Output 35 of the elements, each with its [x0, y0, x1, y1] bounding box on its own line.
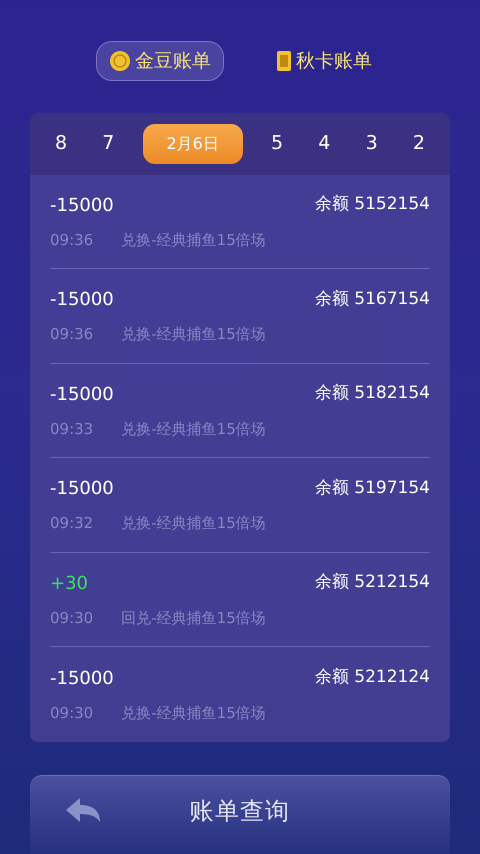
balance-text: 余额 5212154: [314, 571, 430, 594]
bill-tab[interactable]: 秋卡账单: [264, 41, 384, 81]
description-text: 兑换-经典捕鱼15倍场: [121, 230, 266, 251]
time-text: 09:33: [50, 418, 94, 440]
date-tab[interactable]: 4: [311, 124, 338, 164]
coin-icon: [109, 50, 131, 72]
amount-text: -15000: [50, 382, 114, 407]
time-text: 09:32: [50, 513, 94, 534]
balance-text: 余额 5212124: [314, 666, 430, 690]
balance-text: 余额 5167154: [314, 288, 430, 311]
date-tab[interactable]: 5: [264, 124, 290, 164]
bill-tab[interactable]: 金豆账单: [96, 41, 224, 81]
date-tab[interactable]: 8: [48, 124, 74, 164]
description-text: 回兑-经典捕鱼15倍场: [121, 608, 266, 629]
time-text: 09:36: [50, 230, 94, 251]
description-text: 兑换-经典捕鱼15倍场: [121, 513, 266, 534]
time-text: 09:30: [50, 702, 94, 724]
date-tab[interactable]: 7: [95, 124, 122, 164]
time-text: 09:36: [50, 324, 94, 346]
amount-text: -15000: [50, 194, 114, 218]
amount-text: -15000: [50, 288, 114, 312]
card-icon: [276, 50, 292, 72]
date-tab[interactable]: 3: [358, 124, 385, 164]
balance-text: 余额 5197154: [314, 476, 430, 500]
description-text: 兑换-经典捕鱼15倍场: [121, 324, 266, 346]
description-text: 兑换-经典捕鱼15倍场: [121, 418, 266, 440]
balance-text: 余额 5152154: [314, 193, 430, 216]
amount-text: -15000: [50, 666, 114, 691]
description-text: 兑换-经典捕鱼15倍场: [121, 702, 266, 724]
balance-text: 余额 5182154: [314, 382, 430, 406]
date-tab[interactable]: 2: [406, 124, 432, 164]
time-text: 09:30: [50, 608, 94, 629]
footer-title: 账单查询: [190, 796, 290, 827]
amount-text: +30: [50, 572, 88, 596]
amount-text: -15000: [50, 477, 114, 502]
